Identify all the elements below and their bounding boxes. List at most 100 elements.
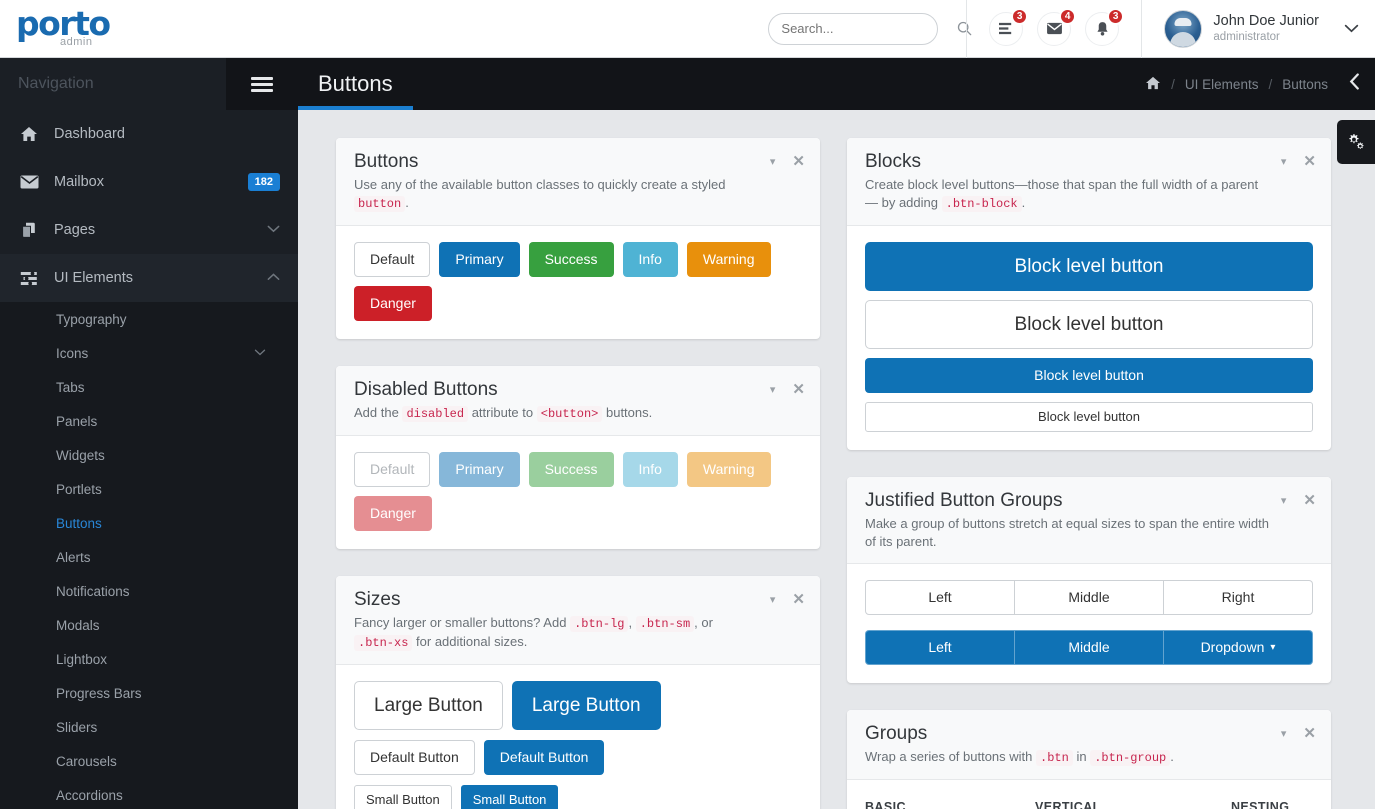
column-header-nesting: NESTING (1231, 800, 1290, 809)
panel-description: Wrap a series of buttons with .btn in .b… (865, 748, 1313, 767)
group-button-left-primary[interactable]: Left (865, 630, 1015, 665)
breadcrumb-item-buttons[interactable]: Buttons (1282, 77, 1328, 92)
group-button-middle[interactable]: Middle (1015, 580, 1164, 615)
subitem-label: Accordions (56, 787, 123, 803)
breadcrumb-separator: / (1171, 76, 1175, 92)
avatar (1164, 9, 1203, 48)
breadcrumb: / UI Elements / Buttons (1145, 73, 1375, 95)
collapse-caret-icon[interactable]: ▾ (770, 383, 776, 396)
sidebar-subitem-tabs[interactable]: Tabs (0, 370, 298, 404)
close-icon[interactable]: ✕ (792, 152, 805, 170)
chevron-down-icon[interactable] (1344, 20, 1359, 37)
collapse-caret-icon[interactable]: ▾ (1281, 155, 1287, 168)
desc-text: . (1021, 195, 1026, 210)
bell-icon-button[interactable]: 3 (1085, 7, 1125, 46)
subitem-label: Progress Bars (56, 685, 142, 701)
tasks-badge: 3 (1010, 7, 1029, 25)
desc-text: Wrap a series of buttons with (865, 749, 1033, 764)
button-danger[interactable]: Danger (354, 286, 432, 321)
right-column: Blocks Create block level buttons—those … (847, 138, 1331, 809)
close-icon[interactable]: ✕ (1303, 152, 1316, 170)
close-icon[interactable]: ✕ (792, 380, 805, 398)
subitem-label: Alerts (56, 549, 91, 565)
button-large-default[interactable]: Large Button (354, 681, 503, 730)
sidebar-subitem-portlets[interactable]: Portlets (0, 472, 298, 506)
sidebar-subitem-alerts[interactable]: Alerts (0, 540, 298, 574)
panel-body: Block level button Block level button Bl… (847, 226, 1331, 450)
envelope-icon-button[interactable]: 4 (1037, 7, 1077, 46)
subitem-label: Modals (56, 617, 100, 633)
button-small-primary[interactable]: Small Button (460, 785, 559, 809)
sidebar-subitem-typography[interactable]: Typography (0, 302, 298, 336)
profile-role: administrator (1213, 31, 1280, 43)
close-icon[interactable]: ✕ (1303, 724, 1316, 742)
active-tab-underline (298, 106, 413, 110)
sidebar-item-ui-elements[interactable]: UI Elements (0, 254, 298, 302)
sidebar-subitem-buttons[interactable]: Buttons (0, 506, 298, 540)
collapse-caret-icon[interactable]: ▾ (770, 593, 776, 606)
dropdown-label: Dropdown (1200, 639, 1265, 655)
subitem-label: Buttons (56, 515, 102, 531)
panel-description: Use any of the available button classes … (354, 176, 802, 213)
user-profile-menu[interactable]: John Doe Junior administrator (1142, 9, 1375, 48)
sidebar-subitem-notifications[interactable]: Notifications (0, 574, 298, 608)
code-snippet: .btn-xs (354, 635, 413, 651)
block-button-large-default[interactable]: Block level button (865, 300, 1313, 349)
sidebar-subitem-widgets[interactable]: Widgets (0, 438, 298, 472)
sidebar-subitem-panels[interactable]: Panels (0, 404, 298, 438)
button-warning[interactable]: Warning (686, 242, 771, 277)
collapse-left-icon[interactable] (1348, 73, 1361, 95)
settings-gears-icon-button[interactable] (1337, 120, 1375, 164)
code-snippet: .btn (1036, 750, 1073, 766)
group-button-middle-primary[interactable]: Middle (1015, 630, 1164, 665)
button-small-default[interactable]: Small Button (354, 785, 452, 809)
breadcrumb-item-ui-elements[interactable]: UI Elements (1185, 77, 1259, 92)
code-snippet: disabled (402, 406, 469, 422)
button-default-disabled: Default (354, 452, 431, 487)
button-success[interactable]: Success (528, 242, 614, 277)
search-box[interactable] (768, 12, 972, 45)
collapse-caret-icon[interactable]: ▾ (1281, 494, 1287, 507)
group-button-left[interactable]: Left (865, 580, 1015, 615)
button-default-size-default[interactable]: Default Button (354, 740, 475, 775)
button-row: Default Primary Success Info Warning Dan… (354, 452, 802, 531)
button-large-primary[interactable]: Large Button (511, 681, 661, 730)
group-button-dropdown[interactable]: Dropdown ▾ (1164, 630, 1313, 665)
sidebar-subitem-accordions[interactable]: Accordions (0, 778, 298, 809)
sidebar-subitem-carousels[interactable]: Carousels (0, 744, 298, 778)
panel-tools: ▾ ✕ (1281, 491, 1316, 509)
default-button-row: Default Button Default Button (354, 740, 802, 775)
close-icon[interactable]: ✕ (792, 590, 805, 608)
home-icon[interactable] (1145, 76, 1161, 93)
sidebar-item-mailbox[interactable]: Mailbox 182 (0, 158, 298, 206)
sidebar-subitem-progress-bars[interactable]: Progress Bars (0, 676, 298, 710)
brand-logo[interactable]: porto admin (0, 7, 300, 48)
panel-justified-button-groups: Justified Button Groups Make a group of … (847, 477, 1331, 683)
large-button-row: Large Button Large Button (354, 681, 802, 730)
breadcrumb-separator: / (1268, 76, 1273, 92)
search-input[interactable] (781, 21, 958, 36)
sidebar: Navigation Dashboard Mailbox 182 Pages U… (0, 58, 298, 809)
menu-icon[interactable] (226, 58, 298, 110)
button-info[interactable]: Info (622, 242, 678, 277)
button-default[interactable]: Default (354, 242, 431, 277)
block-button-small-default[interactable]: Block level button (865, 402, 1313, 432)
sidebar-subitem-lightbox[interactable]: Lightbox (0, 642, 298, 676)
sidebar-subitem-icons[interactable]: Icons (0, 336, 298, 370)
sliders-icon (20, 271, 46, 286)
block-button-default-primary[interactable]: Block level button (865, 358, 1313, 393)
button-primary-disabled: Primary (439, 452, 520, 487)
sidebar-subitem-modals[interactable]: Modals (0, 608, 298, 642)
desc-text: attribute to (471, 405, 534, 420)
collapse-caret-icon[interactable]: ▾ (1281, 727, 1287, 740)
button-primary-size-default[interactable]: Default Button (483, 740, 605, 775)
group-button-right[interactable]: Right (1164, 580, 1313, 615)
close-icon[interactable]: ✕ (1303, 491, 1316, 509)
block-button-large-primary[interactable]: Block level button (865, 242, 1313, 291)
tasks-icon-button[interactable]: 3 (989, 7, 1029, 46)
collapse-caret-icon[interactable]: ▾ (770, 155, 776, 168)
button-primary[interactable]: Primary (439, 242, 520, 277)
sidebar-item-pages[interactable]: Pages (0, 206, 298, 254)
sidebar-item-dashboard[interactable]: Dashboard (0, 110, 298, 158)
sidebar-subitem-sliders[interactable]: Sliders (0, 710, 298, 744)
